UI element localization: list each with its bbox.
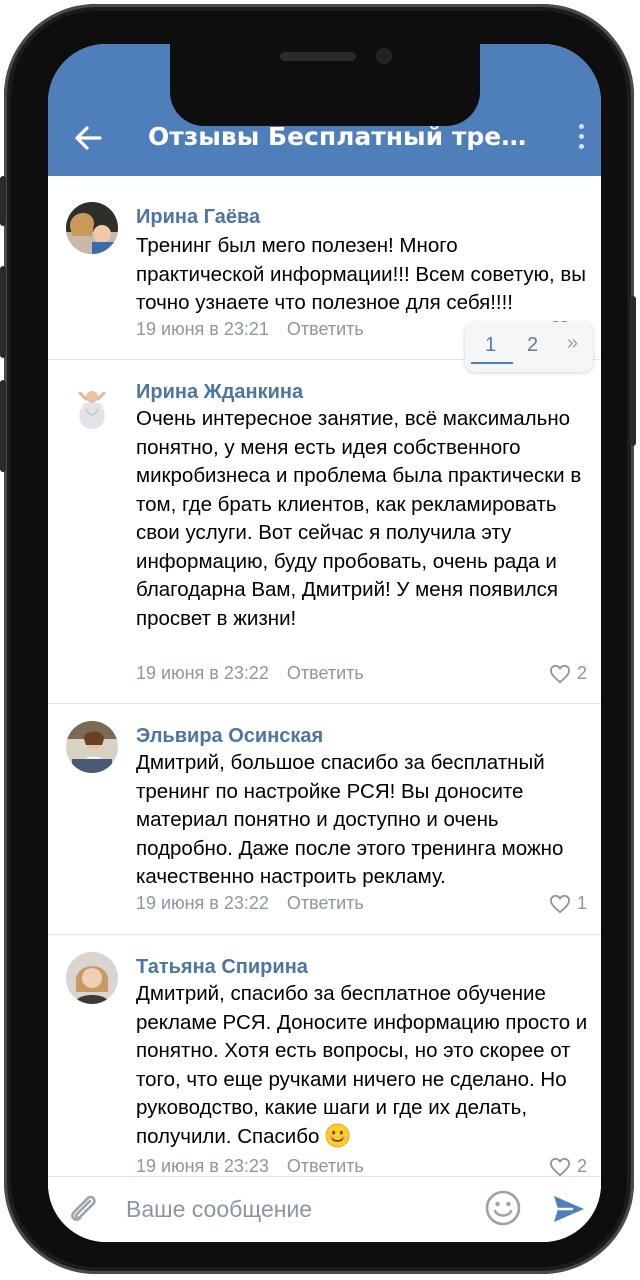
comment-item: Ирина Жданкина Очень интересное занятие,…	[48, 359, 601, 704]
like-count: 2	[576, 1156, 587, 1176]
avatar[interactable]	[66, 952, 118, 1004]
comment-meta: 19 июня в 23:21 Ответить	[136, 319, 364, 340]
comment-date: 19 июня в 23:22	[136, 663, 269, 683]
page-1-button[interactable]: 1	[485, 334, 496, 357]
reply-button[interactable]: Ответить	[287, 663, 364, 683]
smile-icon[interactable]	[484, 1189, 522, 1227]
avatar[interactable]	[66, 202, 118, 254]
comment-item: Татьяна Спирина Дмитрий, спасибо за бесп…	[48, 934, 601, 1176]
heart-icon	[549, 664, 570, 683]
comment-author[interactable]: Эльвира Осинская	[136, 725, 323, 748]
comment-text: Тренинг был мего полезен! Много практиче…	[136, 234, 587, 314]
reply-button[interactable]: Ответить	[287, 893, 364, 913]
reply-button[interactable]: Ответить	[287, 319, 364, 339]
message-composer	[48, 1176, 601, 1242]
current-page-indicator	[471, 362, 513, 364]
comment-text: Очень интересное занятие, всё максимальн…	[136, 407, 582, 630]
comment-text-body: Дмитрий, спасибо за бесплатное обучение …	[136, 982, 588, 1148]
comment-date: 19 июня в 23:21	[136, 319, 269, 339]
message-input[interactable]	[118, 1191, 474, 1227]
phone-frame: Отзывы Бесплатный тренинг 1 2 » Ирина Га…	[0, 4, 636, 1274]
comment-meta: 19 июня в 23:22 Ответить	[136, 663, 364, 684]
reply-button[interactable]: Ответить	[287, 1156, 364, 1176]
paper-plane-icon[interactable]	[552, 1193, 586, 1225]
paperclip-icon[interactable]	[66, 1191, 100, 1227]
heart-icon	[549, 1157, 570, 1176]
power-button	[630, 296, 636, 446]
comment-author[interactable]: Ирина Жданкина	[136, 381, 303, 404]
kebab-menu-icon[interactable]	[577, 124, 585, 154]
like-button[interactable]: 1	[549, 893, 587, 914]
comments-feed[interactable]: 1 2 » Ирина Гаёва Тренинг был мего полез…	[48, 176, 601, 1176]
screen: Отзывы Бесплатный тренинг 1 2 » Ирина Га…	[48, 44, 601, 1242]
mute-switch	[0, 176, 6, 226]
volume-down-button	[0, 380, 6, 472]
comment-text: Дмитрий, спасибо за бесплатное обучение …	[136, 980, 591, 1151]
smiling-face-emoji-icon	[325, 1122, 350, 1148]
like-count: 1	[576, 893, 587, 913]
comment-author[interactable]: Ирина Гаёва	[136, 206, 260, 229]
comment-date: 19 июня в 23:23	[136, 1156, 269, 1176]
volume-up-button	[0, 266, 6, 358]
comment-text: Дмитрий, большое спасибо за бесплатный т…	[136, 751, 564, 888]
like-button[interactable]: 2	[549, 663, 587, 684]
comment-meta: 19 июня в 23:22 Ответить	[136, 893, 364, 914]
comment-author[interactable]: Татьяна Спирина	[136, 956, 308, 979]
heart-icon	[549, 894, 570, 913]
front-camera	[376, 48, 392, 64]
comment-date: 19 июня в 23:22	[136, 893, 269, 913]
avatar[interactable]	[66, 721, 118, 773]
like-count: 2	[576, 663, 587, 683]
pagination: 1 2 »	[465, 322, 593, 372]
page-2-button[interactable]: 2	[527, 334, 538, 357]
like-button[interactable]: 2	[549, 1156, 587, 1176]
avatar[interactable]	[66, 381, 118, 433]
comment-item: Эльвира Осинская Дмитрий, большое спасиб…	[48, 703, 601, 935]
speaker	[280, 52, 356, 61]
notch	[170, 44, 480, 126]
next-page-button[interactable]: »	[567, 332, 578, 355]
arrow-left-icon[interactable]	[70, 120, 106, 156]
comment-meta: 19 июня в 23:23 Ответить	[136, 1156, 364, 1176]
